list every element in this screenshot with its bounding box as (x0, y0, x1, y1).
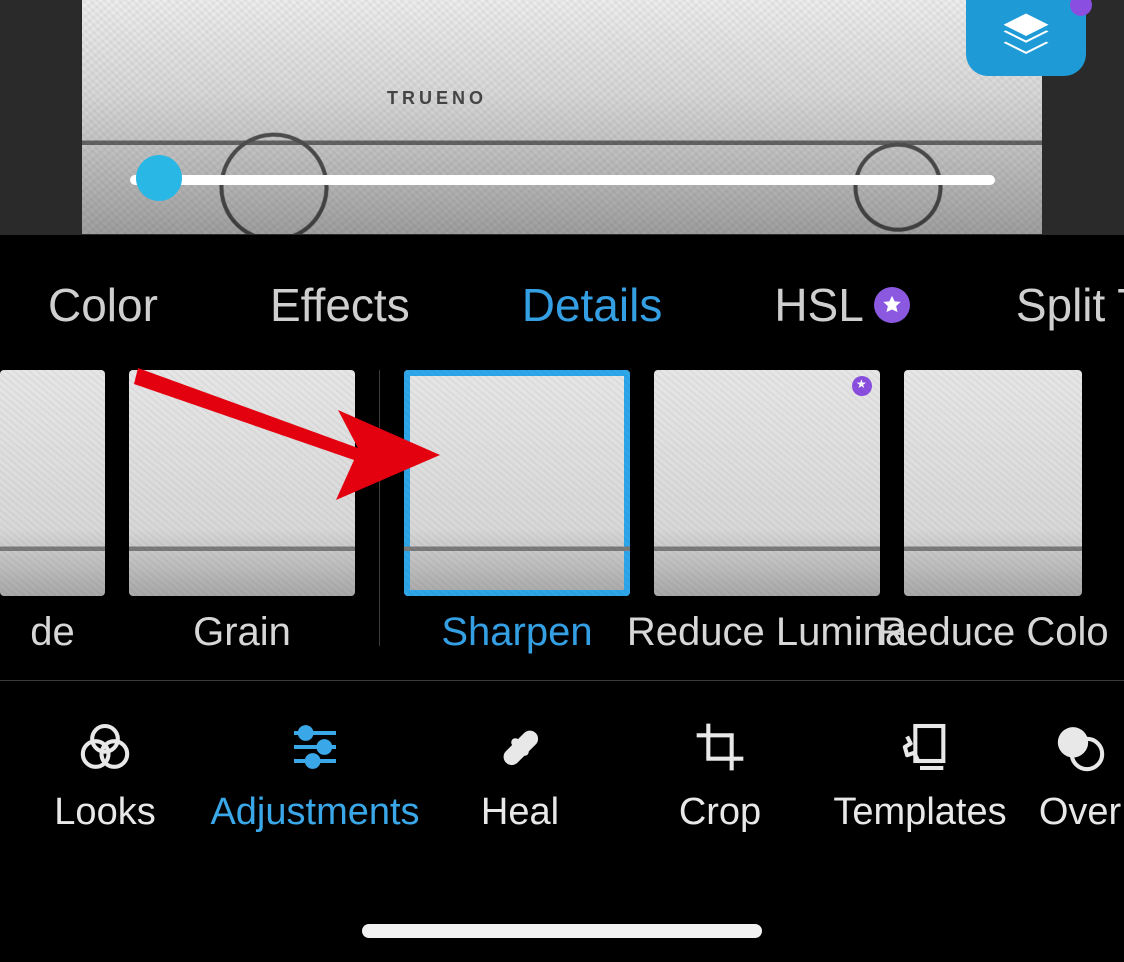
adjustment-thumbnails: de Grain Sharpen Reduce Lumina Reduce Co… (0, 370, 1124, 670)
thumb-label: Grain (193, 610, 291, 655)
tool-heal[interactable]: Heal (420, 717, 620, 834)
tool-overlays[interactable]: Over (1020, 717, 1124, 834)
canvas-image[interactable]: TRUENO (82, 0, 1042, 234)
bottom-toolbar: Looks Adjustments Heal Crop (0, 680, 1124, 870)
crop-icon (690, 717, 750, 777)
tool-label: Crop (679, 791, 761, 834)
tool-label: Heal (481, 791, 559, 834)
tab-label: HSL (774, 278, 863, 332)
thumb-reduce-color[interactable]: Reduce Colo (904, 370, 1082, 655)
thumb-group-divider (379, 370, 380, 646)
adjustment-category-tabs: Color Effects Details HSL Split Tone (0, 270, 1124, 340)
premium-badge-icon (852, 376, 872, 396)
slider-track (130, 175, 995, 185)
templates-icon (890, 717, 950, 777)
tab-details[interactable]: Details (522, 278, 663, 332)
bandage-icon (490, 717, 550, 777)
sliders-icon (285, 717, 345, 777)
home-indicator[interactable] (362, 924, 762, 938)
tab-effects[interactable]: Effects (270, 278, 410, 332)
thumb-reduce-luminance[interactable]: Reduce Lumina (654, 370, 880, 655)
layers-notification-dot (1070, 0, 1092, 16)
thumb-label: Sharpen (441, 610, 592, 655)
thumb-label: Reduce Lumina (627, 610, 907, 655)
tab-color[interactable]: Color (48, 278, 158, 332)
tool-label: Adjustments (210, 791, 419, 834)
slider-thumb[interactable] (136, 155, 182, 201)
tool-label: Looks (54, 791, 155, 834)
looks-icon (75, 717, 135, 777)
tool-adjustments[interactable]: Adjustments (210, 717, 420, 834)
image-embedded-text: TRUENO (387, 88, 487, 109)
layers-button[interactable] (966, 0, 1086, 76)
tab-label: Details (522, 278, 663, 332)
tool-looks[interactable]: Looks (0, 717, 210, 834)
adjustment-slider[interactable] (130, 165, 995, 195)
premium-badge-icon (874, 287, 910, 323)
layers-icon (999, 9, 1053, 68)
tab-split-tone[interactable]: Split Tone (1016, 278, 1124, 332)
thumb-fade[interactable]: de (0, 370, 105, 655)
tool-label: Templates (833, 791, 1006, 834)
tool-label: Over (1039, 791, 1121, 834)
tab-label: Effects (270, 278, 410, 332)
thumb-label: de (30, 610, 75, 655)
tab-hsl[interactable]: HSL (774, 278, 909, 332)
thumb-grain[interactable]: Grain (129, 370, 355, 655)
thumb-label: Reduce Colo (877, 610, 1108, 655)
preview-area: TRUENO (0, 0, 1124, 235)
tab-label: Color (48, 278, 158, 332)
tab-label: Split Tone (1016, 278, 1124, 332)
tool-templates[interactable]: Templates (820, 717, 1020, 834)
overlays-icon (1050, 717, 1110, 777)
thumb-sharpen[interactable]: Sharpen (404, 370, 630, 655)
tool-crop[interactable]: Crop (620, 717, 820, 834)
